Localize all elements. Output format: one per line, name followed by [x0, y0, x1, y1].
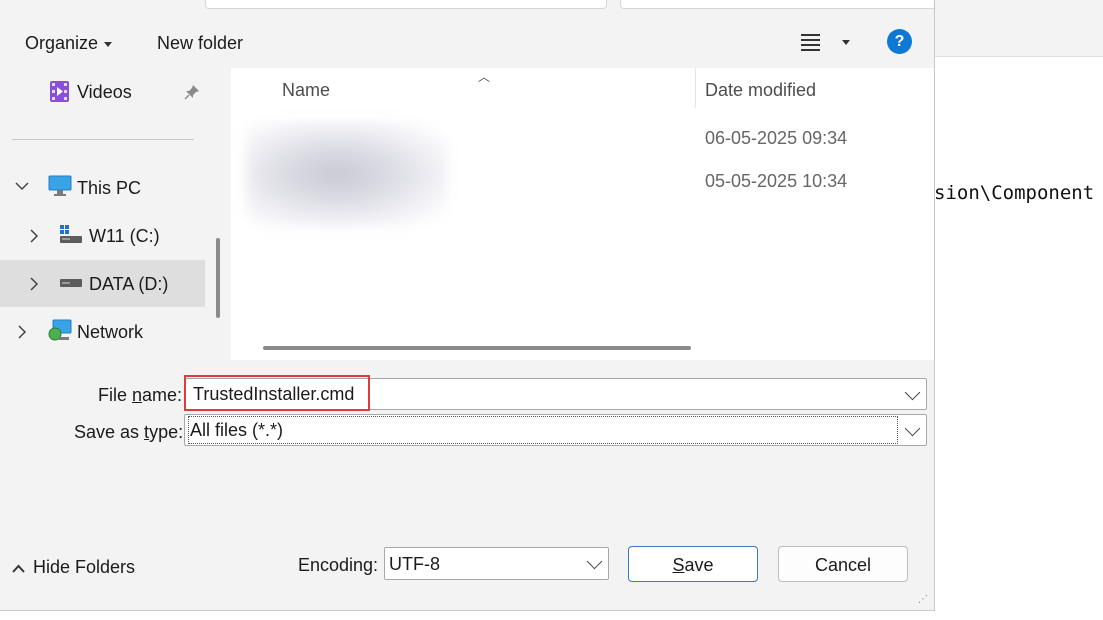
horizontal-scrollbar[interactable] — [263, 346, 691, 350]
nav-label-this-pc: This PC — [77, 178, 142, 198]
save-type-label: Save as type: — [74, 422, 184, 442]
nav-label-w11-c: W11 (C:) — [89, 226, 160, 246]
organize-button[interactable]: Organize — [25, 18, 113, 66]
hide-folders-label: Hide Folders — [33, 557, 136, 577]
editor-titlebar — [934, 0, 1103, 57]
blurred-file-names — [247, 122, 447, 226]
drive-d-icon — [60, 279, 82, 287]
nav-item-data-d[interactable]: DATA (D:) — [0, 260, 205, 307]
chevron-down-icon[interactable] — [15, 181, 29, 191]
organize-label: Organize — [25, 33, 99, 53]
file-name-label: File name: — [98, 385, 183, 405]
background-editor-window: sion\Component — [934, 0, 1103, 620]
column-header-name[interactable]: Name — [282, 80, 330, 101]
chevron-right-icon[interactable] — [29, 229, 39, 243]
file-row-date[interactable]: 05-05-2025 10:34 — [705, 171, 847, 192]
nav-item-videos[interactable]: Videos — [0, 68, 205, 115]
nav-label-data-d: DATA (D:) — [89, 274, 169, 294]
hide-folders-button[interactable]: Hide Folders — [12, 557, 135, 578]
file-name-highlight-box — [184, 375, 370, 411]
encoding-label: Encoding: — [298, 555, 379, 575]
chevron-up-icon — [12, 564, 25, 573]
pin-icon[interactable] — [184, 84, 200, 100]
chevron-down-icon — [104, 41, 113, 47]
nav-label-videos: Videos — [77, 82, 132, 102]
nav-item-w11-c[interactable]: W11 (C:) — [0, 212, 205, 259]
save-type-focus-outline — [188, 416, 898, 444]
cancel-button[interactable]: Cancel — [778, 546, 908, 582]
save-button[interactable]: Save — [628, 546, 758, 582]
encoding-select[interactable]: UTF-8 — [384, 547, 609, 580]
file-list: ︿ Name Date modified 06-05-2025 09:34 05… — [231, 68, 934, 360]
nav-item-network[interactable]: Network — [0, 308, 205, 355]
chevron-right-icon[interactable] — [17, 325, 27, 339]
toolbar: Organize New folder ? — [0, 18, 934, 66]
nav-label-network: Network — [77, 322, 144, 342]
videos-icon — [50, 81, 69, 102]
column-divider[interactable] — [695, 68, 696, 108]
nav-item-this-pc[interactable]: This PC — [0, 164, 205, 211]
new-folder-button[interactable]: New folder — [157, 18, 243, 66]
drive-c-icon — [60, 225, 82, 243]
chevron-right-icon[interactable] — [29, 277, 39, 291]
nav-separator — [12, 139, 194, 140]
file-row-date[interactable]: 06-05-2025 09:34 — [705, 128, 847, 149]
nav-scrollbar[interactable] — [216, 238, 220, 318]
navigation-pane: Videos This PC W11 (C:) DATA (D:) Networ… — [0, 68, 231, 360]
search-box[interactable] — [620, 0, 934, 9]
help-icon[interactable]: ? — [887, 29, 912, 54]
view-list-icon[interactable] — [801, 34, 821, 52]
network-icon — [48, 319, 72, 341]
resize-grip-icon[interactable]: ⋰ — [918, 594, 928, 605]
save-as-dialog: Organize New folder ? Videos This PC W11… — [0, 0, 935, 611]
editor-code-text: sion\Component — [934, 182, 1095, 204]
column-header-date-modified[interactable]: Date modified — [705, 80, 816, 101]
view-options-chevron-icon[interactable] — [842, 40, 850, 45]
sort-ascending-icon: ︿ — [478, 70, 491, 84]
this-pc-icon — [48, 175, 72, 196]
address-bar[interactable] — [205, 0, 607, 9]
